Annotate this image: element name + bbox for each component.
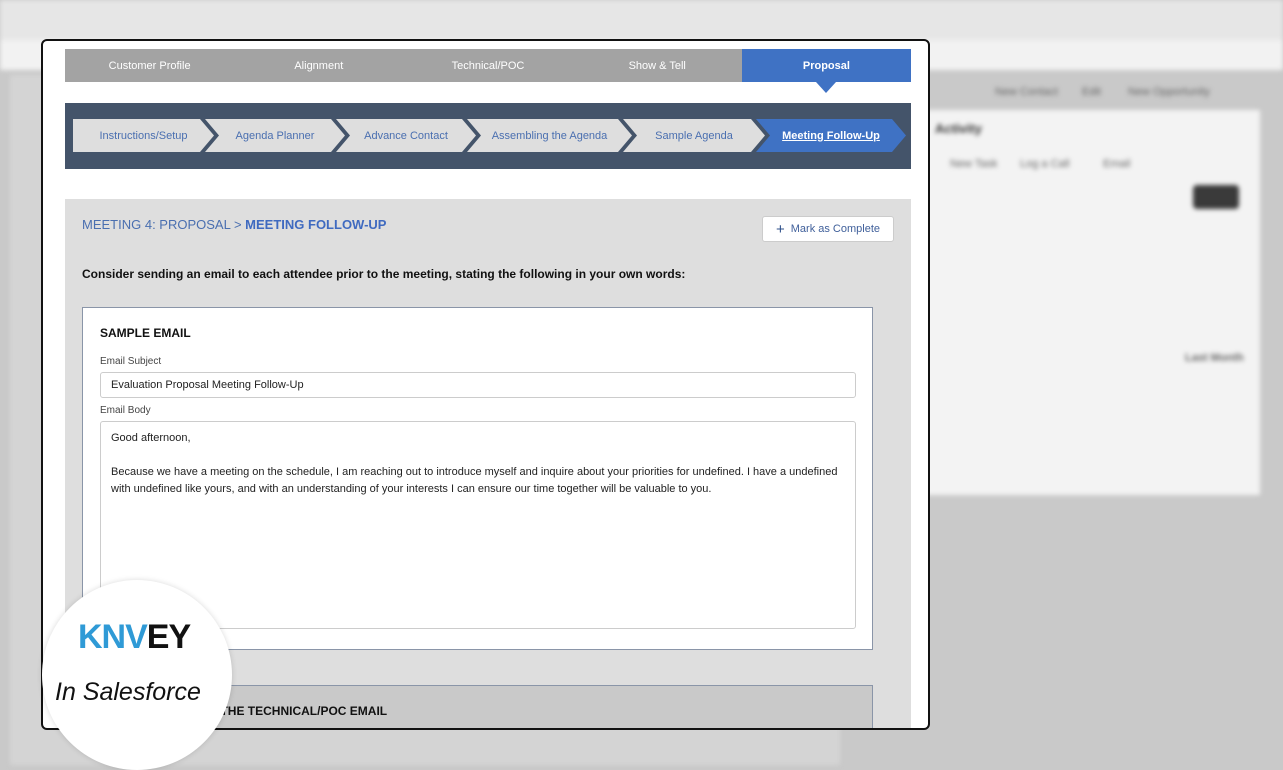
email-subject-label: Email Subject bbox=[100, 356, 162, 367]
knvey-logo: KNVEY bbox=[78, 618, 191, 656]
tab-customer-profile[interactable]: Customer Profile bbox=[65, 49, 234, 82]
last-month-label: Last Month bbox=[1185, 352, 1244, 364]
plus-icon: + bbox=[775, 220, 785, 238]
instructions-text: Consider sending an email to each attend… bbox=[82, 267, 686, 281]
email-body-field[interactable]: Good afternoon, Because we have a meetin… bbox=[100, 421, 856, 629]
step-advance-contact[interactable]: Advance Contact bbox=[336, 119, 476, 152]
body-text: Because we have a meeting on the schedul… bbox=[111, 466, 838, 495]
apply-button bbox=[1193, 185, 1239, 209]
step-instructions-setup[interactable]: Instructions/Setup bbox=[73, 119, 214, 152]
breadcrumb-parent: MEETING 4: PROPOSAL > bbox=[82, 217, 242, 232]
tab-proposal[interactable]: Proposal bbox=[741, 49, 912, 93]
logo-tagline: In Salesforce bbox=[55, 678, 201, 706]
mark-complete-button[interactable]: + Mark as Complete bbox=[762, 216, 894, 242]
email-tab: Email bbox=[1103, 158, 1131, 170]
breadcrumb-current: MEETING FOLLOW-UP bbox=[245, 217, 387, 232]
email-subject-field[interactable]: Evaluation Proposal Meeting Follow-Up bbox=[100, 372, 856, 398]
new-opportunity-button: New Opportunity bbox=[1128, 86, 1210, 98]
step-assembling-agenda[interactable]: Assembling the Agenda bbox=[467, 119, 632, 152]
new-task-tab: New Task bbox=[950, 158, 998, 170]
step-agenda-planner[interactable]: Agenda Planner bbox=[205, 119, 345, 152]
log-call-tab: Log a Call bbox=[1020, 158, 1070, 170]
step-path: Instructions/Setup Agenda Planner Advanc… bbox=[65, 103, 911, 169]
sample-email-title: SAMPLE EMAIL bbox=[100, 326, 191, 340]
mark-complete-label: Mark as Complete bbox=[790, 223, 881, 235]
edit-button: Edit bbox=[1082, 86, 1101, 98]
knvey-logo-badge: KNVEY In Salesforce bbox=[42, 580, 232, 770]
sample-email-card: SAMPLE EMAIL Email Subject Evaluation Pr… bbox=[82, 307, 873, 650]
activity-title: Activity bbox=[935, 121, 982, 136]
breadcrumb: MEETING 4: PROPOSAL > MEETING FOLLOW-UP bbox=[82, 217, 386, 232]
meeting-tabs: Customer Profile Alignment Technical/POC… bbox=[65, 49, 912, 93]
tab-technical-poc[interactable]: Technical/POC bbox=[403, 49, 572, 82]
tab-alignment[interactable]: Alignment bbox=[234, 49, 403, 82]
email-body-label: Email Body bbox=[100, 405, 151, 416]
body-greeting: Good afternoon, bbox=[111, 432, 191, 444]
new-contact-button: New Contact bbox=[995, 86, 1058, 98]
step-meeting-follow-up[interactable]: Meeting Follow-Up bbox=[756, 119, 906, 152]
tab-show-and-tell[interactable]: Show & Tell bbox=[573, 49, 742, 82]
step-sample-agenda[interactable]: Sample Agenda bbox=[623, 119, 765, 152]
global-header bbox=[0, 0, 1283, 40]
